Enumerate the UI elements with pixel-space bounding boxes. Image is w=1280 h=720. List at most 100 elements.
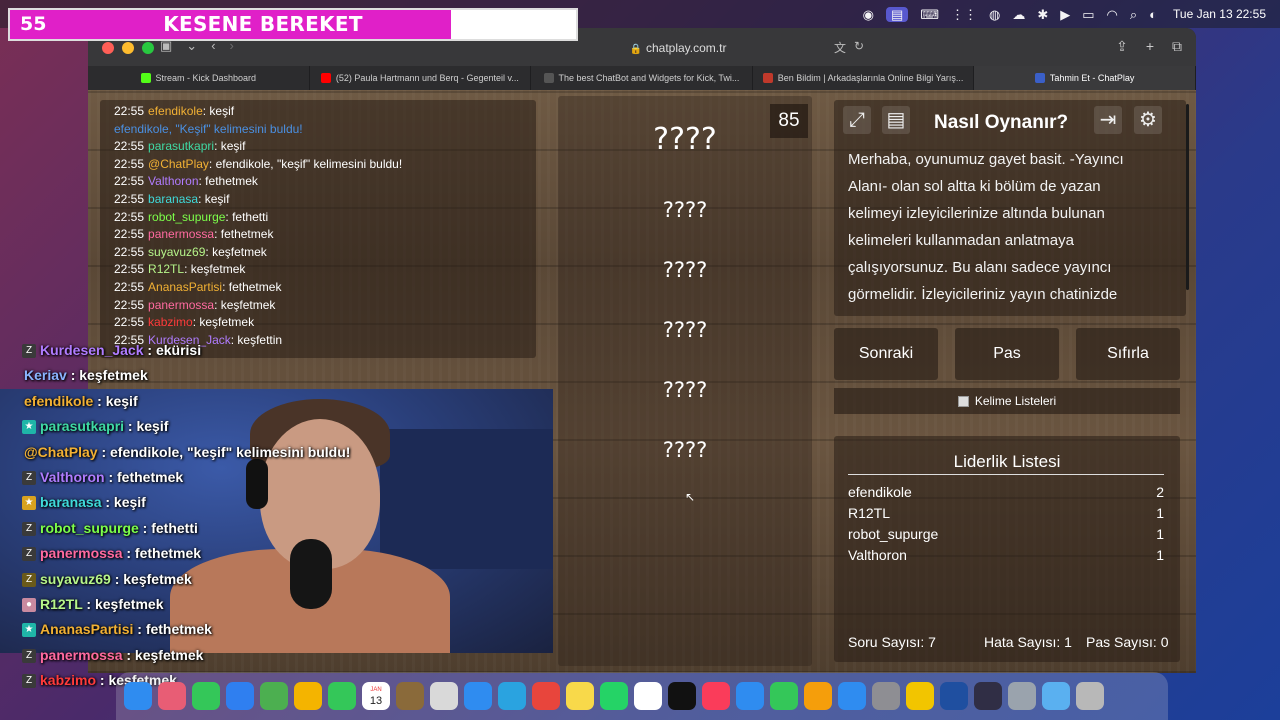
quicktime-icon[interactable]	[1008, 682, 1036, 710]
chat-text: : fethetmek	[214, 227, 274, 242]
chat-text: : keşfettin	[230, 332, 283, 347]
obs-icon[interactable]: ◉	[863, 8, 874, 21]
game-chat-message: 22:55 panermossa: fethetmek	[114, 227, 273, 241]
grid-icon[interactable]: ⋮⋮	[951, 8, 977, 21]
facetime-icon[interactable]	[328, 682, 356, 710]
error-count: Hata Sayısı: 1	[984, 634, 1072, 650]
whatsapp-icon[interactable]	[600, 682, 628, 710]
notes-folder-icon[interactable]	[396, 682, 424, 710]
headphones	[246, 459, 268, 509]
window-controls	[102, 42, 154, 54]
chat-text: : fethetti	[138, 519, 198, 536]
chat-time: 22:55	[114, 104, 145, 118]
question-count: Soru Sayısı: 7	[848, 634, 936, 650]
chat-text: : fethetmek	[104, 469, 184, 485]
pass-button[interactable]: Pas	[955, 328, 1059, 380]
tab-youtube[interactable]: (52) Paula Hartmann und Berq - Gegenteil…	[310, 66, 532, 90]
tab-chatbot[interactable]: The best ChatBot and Widgets for Kick, T…	[531, 66, 753, 90]
contacts-icon[interactable]	[430, 682, 458, 710]
main-word: ????	[653, 122, 717, 157]
maps-icon[interactable]	[260, 682, 288, 710]
game-chat-message: 22:55 baranasa: keşif	[114, 192, 229, 206]
chrome-icon[interactable]	[532, 682, 560, 710]
chat-username: @ChatPlay	[148, 156, 209, 171]
leader-name: Valthoron	[848, 547, 907, 563]
minimize-window-button[interactable]	[122, 42, 134, 54]
appletv-icon[interactable]	[668, 682, 696, 710]
chat-username: panermossa	[40, 646, 123, 663]
fullscreen-icon[interactable]: ⤢	[843, 106, 871, 134]
battery-icon[interactable]: ▭	[1082, 8, 1094, 21]
appstore-icon[interactable]	[838, 682, 866, 710]
reset-button[interactable]: Sıfırla	[1076, 328, 1180, 380]
cloud-icon[interactable]: ☁	[1012, 8, 1025, 21]
keynote-icon[interactable]	[736, 682, 764, 710]
play-icon[interactable]: ▶	[1060, 8, 1070, 21]
benbildim-icon	[762, 73, 773, 83]
notes-icon[interactable]	[566, 682, 594, 710]
chat-time: 22:55	[114, 280, 145, 294]
background-shelf	[380, 429, 553, 569]
music-icon[interactable]	[702, 682, 730, 710]
scrollbar[interactable]	[1186, 104, 1189, 290]
chat-text: : efendikole, "keşif" kelimesini buldu!	[208, 156, 403, 171]
chatplay-icon	[1034, 73, 1045, 83]
chat-text: : fethetmek	[222, 280, 282, 294]
numbers-icon[interactable]	[770, 682, 798, 710]
zoom-window-button[interactable]	[142, 42, 154, 54]
obs-icon[interactable]	[974, 682, 1002, 710]
mail-icon[interactable]	[226, 682, 254, 710]
search-icon[interactable]: ⌕	[1130, 8, 1137, 21]
folder-icon[interactable]	[1042, 682, 1070, 710]
game-chat-message: 22:55 AnanasPartisi: fethetmek	[114, 280, 281, 294]
launchpad-icon[interactable]	[158, 682, 186, 710]
chat-username: R12TL	[148, 262, 185, 277]
game-chat-message: 22:55 parasutkapri: keşif	[114, 139, 245, 153]
tab-kick-dashboard[interactable]: Stream - Kick Dashboard	[88, 66, 310, 90]
wifi-icon[interactable]: ◠	[1107, 8, 1118, 21]
translate-icon[interactable]: 文	[834, 39, 846, 56]
photos-icon[interactable]	[294, 682, 322, 710]
tab-tahmin-et[interactable]: Tahmin Et - ChatPlay	[974, 66, 1196, 90]
control-center-icon[interactable]: ◐	[1149, 8, 1157, 21]
new-tab-icon[interactable]: +	[1146, 38, 1154, 55]
divider	[848, 474, 1164, 475]
freeform-icon[interactable]	[634, 682, 662, 710]
stream-chat-message: panermossa : fethetmek	[40, 545, 201, 561]
bluetooth-icon[interactable]: ✱	[1037, 8, 1048, 21]
stream-chat-message: panermossa : keşfetmek	[40, 647, 203, 663]
chat-username: suyavuz69	[148, 244, 206, 259]
share-icon[interactable]: ⇪	[1116, 38, 1128, 55]
xcode-icon[interactable]	[906, 682, 934, 710]
word-lists-toggle[interactable]: Kelime Listeleri	[834, 388, 1180, 414]
menu-clock[interactable]: Tue Jan 13 22:55	[1173, 7, 1266, 21]
close-window-button[interactable]	[102, 42, 114, 54]
tab-overview-icon[interactable]: ⧉	[1172, 38, 1182, 55]
word-lists-checkbox[interactable]	[957, 395, 969, 407]
telegram-icon[interactable]	[498, 682, 526, 710]
record-icon[interactable]: ◍	[989, 8, 1000, 21]
tab-ben-bildim[interactable]: Ben Bildim | Arkadaşlarınla Online Bilgi…	[753, 66, 975, 90]
safari-icon[interactable]	[464, 682, 492, 710]
wd-icon[interactable]	[940, 682, 968, 710]
leaderboard-title: Liderlik Listesi	[953, 452, 1061, 471]
screen-icon[interactable]: ▤	[885, 6, 909, 22]
messages-icon[interactable]	[192, 682, 220, 710]
pages-icon[interactable]	[804, 682, 832, 710]
finder-icon[interactable]	[124, 682, 152, 710]
stream-chat-message: Valthoron : fethetmek	[40, 469, 183, 485]
tab-label: Tahmin Et - ChatPlay	[1049, 73, 1135, 83]
settings-icon[interactable]	[872, 682, 900, 710]
calendar-icon[interactable]: JAN 13	[362, 682, 390, 710]
next-button[interactable]: Sonraki	[834, 328, 938, 380]
exit-icon[interactable]: ⇥	[1094, 106, 1122, 134]
stream-chat-message: @ChatPlay : efendikole, "keşif" kelimesi…	[24, 444, 350, 460]
sub-badge-icon: ★	[22, 623, 36, 638]
trash-icon[interactable]	[1076, 682, 1104, 710]
chat-text: : keşif	[124, 418, 169, 435]
document-icon[interactable]: ▤	[882, 106, 910, 134]
gear-icon[interactable]: ⚙	[1134, 106, 1162, 134]
chat-text: : keşif	[214, 139, 246, 154]
keyboard-icon[interactable]: ⌨	[920, 8, 939, 21]
reload-icon[interactable]: ↻	[854, 39, 864, 56]
